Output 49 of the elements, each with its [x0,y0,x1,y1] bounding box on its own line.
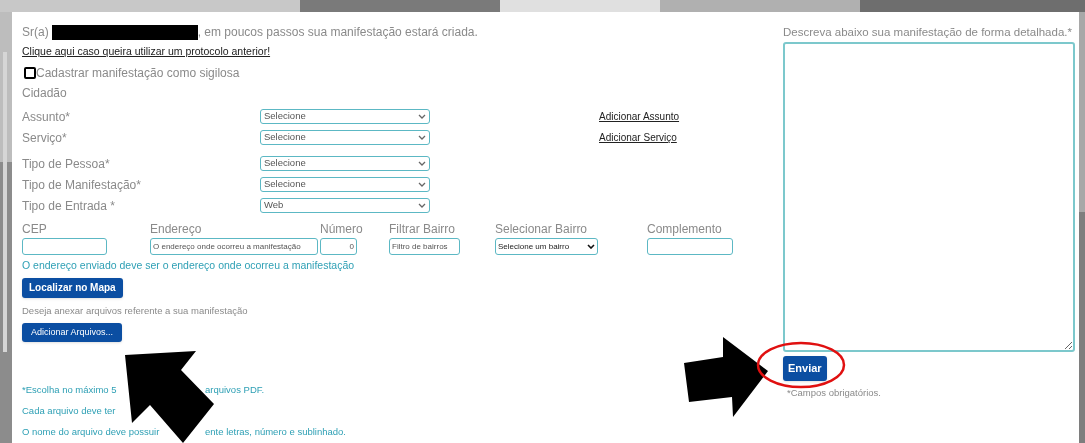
field-label: Serviço* [22,129,68,147]
description-label: Descreva abaixo sua manifestação de forma detalhada.* [783,25,1072,40]
field-label: Tipo de Entrada * [22,197,116,215]
checkbox-label: Cadastrar manifestação como sigilosa [36,64,240,82]
number-field[interactable]: 0 [320,238,357,255]
protocol-link[interactable]: Clique aqui caso queira utilizar um protocolo anterior! [22,44,271,58]
input-field[interactable]: O endereço onde ocorreu a manifestação [150,238,318,255]
chevron-icon [418,135,426,140]
field-label: Número [320,221,363,238]
map-button[interactable]: Localizar no Mapa [22,278,123,298]
add-link[interactable]: Adicionar Serviço [599,130,677,145]
chevron-icon [418,182,426,187]
field-label: Filtrar Bairro [389,221,455,238]
chevron-icon [418,161,426,166]
attach-button[interactable]: Adicionar Arquivos... [22,322,123,342]
add-link[interactable]: Adicionar Assunto [599,109,680,124]
select-field[interactable]: Selecione um bairro [495,238,598,255]
input-field[interactable]: Filtro de bairros [389,238,460,255]
attach-prompt: Deseja anexar arquivos referente a sua manifestação [22,303,248,318]
field-label: Assunto* [22,108,72,126]
select-field[interactable]: Web [260,198,430,213]
field-label: Tipo de Manifestação* [22,176,142,194]
checkbox[interactable] [24,66,36,79]
greeting-text: , em poucos passos sua manifestação estará criada. [197,24,478,41]
chevron-icon [418,203,426,208]
description-field[interactable] [783,42,1075,352]
field-label: CEP [22,221,47,238]
field-label: Selecionar Bairro [495,221,588,238]
required-note: *Campos obrigatórios. [787,386,881,400]
field-label: Complemento [647,221,722,238]
address-note: O endereço enviado deve ser o endereço onde ocorreu a manifestação [22,258,355,273]
select-field[interactable]: Selecione [260,109,430,124]
select-field[interactable]: Selecione [260,177,430,192]
field-label: Endereço [150,221,202,238]
select-field[interactable]: Selecione [260,156,430,171]
greeting-text: Sr(a) [22,24,49,41]
field-label: Tipo de Pessoa* [22,155,111,173]
note-text: ente letras, número e sublinhado. [205,425,346,440]
note-text: Cada arquivo deve ter [22,404,116,419]
submit-button[interactable]: Enviar [783,356,827,381]
input-field[interactable] [647,238,733,255]
select-field[interactable]: Selecione [260,130,430,145]
note-text: arquivos PDF. [205,383,265,398]
chevron-icon [587,244,595,249]
note-text: O nome do arquivo deve possuir [22,425,160,440]
note-text: *Escolha no máximo 5 [22,383,117,398]
section-title: Cidadão [22,85,67,100]
input-field[interactable] [22,238,107,255]
chevron-icon [418,114,426,119]
